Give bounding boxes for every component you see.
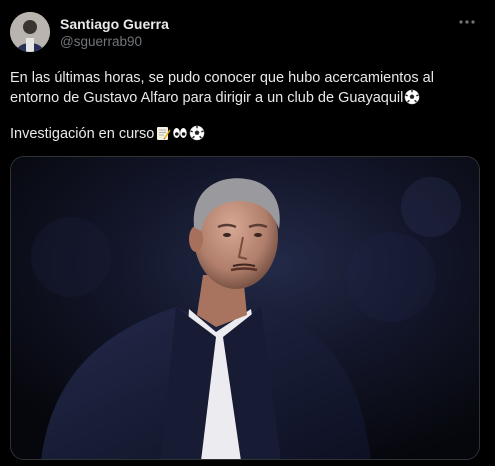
author-name[interactable]: Santiago Guerra [60, 16, 169, 32]
soccer-ball-icon [189, 125, 205, 141]
tweet-text-line-2-content: entorno de Gustavo Alfaro para dirigir a… [10, 90, 404, 106]
avatar[interactable] [10, 12, 50, 52]
tweet-card[interactable]: Santiago Guerra @sguerrab90 En las últim… [0, 0, 495, 466]
eyes-icon [172, 125, 188, 141]
tweet-text-line-1: En las últimas horas, se pudo conocer qu… [10, 70, 434, 86]
author-handle[interactable]: @sguerrab90 [60, 34, 142, 49]
tweet-text-line-3: Investigación en curso [10, 124, 488, 144]
memo-icon [155, 125, 171, 141]
soccer-ball-icon [404, 89, 420, 105]
more-horizontal-icon[interactable] [457, 14, 477, 30]
tweet-photo[interactable] [10, 156, 480, 460]
tweet-text-line-2: entorno de Gustavo Alfaro para dirigir a… [10, 88, 488, 108]
tweet-text-line-3-content: Investigación en curso [10, 126, 155, 142]
tweet-text: En las últimas horas, se pudo conocer qu… [10, 68, 488, 144]
